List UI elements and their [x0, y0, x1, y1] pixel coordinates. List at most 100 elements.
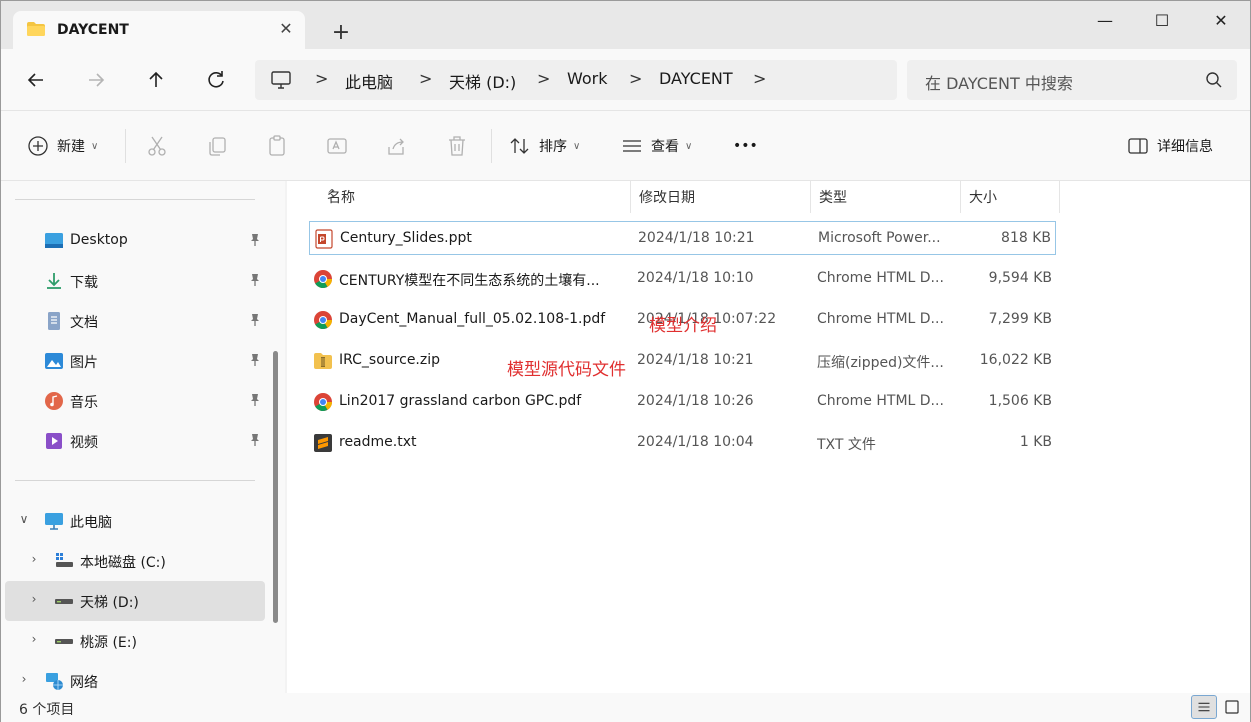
forward-arrow-icon[interactable] — [81, 65, 111, 95]
computer-icon — [271, 71, 291, 89]
tab-daycent[interactable]: DAYCENT ✕ — [13, 11, 305, 49]
table-row[interactable]: Lin2017 grassland carbon GPC.pdf 2024/1/… — [309, 385, 1056, 419]
new-button[interactable]: 新建 ∨ — [27, 133, 98, 159]
sidebar-item-videos[interactable]: 视频 — [5, 421, 265, 461]
column-header-size[interactable]: 大小 — [961, 181, 1059, 213]
tiles-view-icon[interactable] — [1219, 695, 1245, 719]
view-button[interactable]: 查看 ∨ — [621, 133, 692, 159]
chevron-right-icon[interactable]: › — [27, 632, 41, 646]
file-type: Microsoft Power... — [818, 230, 941, 246]
file-size: 1 KB — [1019, 434, 1052, 450]
column-header-type[interactable]: 类型 — [811, 181, 961, 213]
breadcrumb-this-pc[interactable]: 此电脑 — [345, 69, 393, 93]
sidebar-item-drive-e[interactable]: › 桃源 (E:) — [5, 621, 265, 661]
sidebar-item-pictures[interactable]: 图片 — [5, 341, 265, 381]
rename-icon[interactable] — [325, 134, 349, 158]
file-size: 7,299 KB — [988, 311, 1052, 327]
tab-close-button[interactable]: ✕ — [277, 20, 295, 38]
pin-icon[interactable] — [248, 273, 262, 287]
breadcrumb-separator[interactable]: > — [537, 69, 550, 88]
sidebar-item-music[interactable]: 音乐 — [5, 381, 265, 421]
minimize-button[interactable]: — — [1091, 9, 1119, 33]
search-input[interactable]: 在 DAYCENT 中搜索 — [907, 60, 1237, 100]
table-row[interactable]: Century_Slides.ppt 2024/1/18 10:21 Micro… — [309, 221, 1056, 255]
pin-icon[interactable] — [248, 313, 262, 327]
column-header-name[interactable]: 名称 ^ — [319, 181, 629, 213]
sidebar-item-drive-d[interactable]: › 天梯 (D:) — [5, 581, 265, 621]
chevron-right-icon[interactable]: › — [17, 672, 31, 686]
column-divider[interactable] — [1059, 181, 1060, 213]
details-view-icon[interactable] — [1191, 695, 1217, 719]
column-header-label: 大小 — [969, 190, 997, 206]
tab-title: DAYCENT — [57, 22, 129, 38]
annotation-model-intro: 模型介绍 — [649, 316, 717, 336]
divider — [15, 480, 255, 481]
share-icon[interactable] — [385, 134, 409, 158]
sidebar-item-desktop[interactable]: Desktop — [5, 221, 265, 261]
file-name: Lin2017 grassland carbon GPC.pdf — [339, 393, 582, 409]
chevron-down-icon[interactable]: ∨ — [17, 512, 31, 526]
navigation-pane: Desktop 下载 文档 图片 音乐 视频 ∨ 此电脑 › 本地磁盘 (C:)… — [1, 181, 285, 693]
sort-button[interactable]: 排序 ∨ — [509, 133, 580, 159]
column-header-date[interactable]: 修改日期 — [631, 181, 811, 213]
copy-icon[interactable] — [205, 134, 229, 158]
sidebar-item-documents[interactable]: 文档 — [5, 301, 265, 341]
more-icon: ••• — [733, 138, 758, 154]
table-row[interactable]: IRC_source.zip 2024/1/18 10:21 压缩(zipped… — [309, 344, 1056, 378]
refresh-icon[interactable] — [201, 65, 231, 95]
tab-strip: DAYCENT ✕ + — ☐ ✕ — [1, 1, 1250, 49]
details-pane-button[interactable]: 详细信息 — [1127, 133, 1213, 159]
back-arrow-icon[interactable] — [21, 65, 51, 95]
file-type: Chrome HTML D... — [817, 311, 944, 327]
windows-drive-icon — [56, 553, 73, 567]
pin-icon[interactable] — [248, 233, 262, 247]
new-tab-button[interactable]: + — [327, 19, 355, 47]
breadcrumb-separator[interactable]: > — [753, 69, 766, 88]
folder-icon — [27, 22, 45, 36]
status-bar: 6 个项目 — [1, 693, 1250, 722]
breadcrumb-daycent[interactable]: DAYCENT — [659, 69, 733, 88]
details-label: 详细信息 — [1157, 139, 1213, 155]
sidebar-item-this-pc[interactable]: ∨ 此电脑 — [5, 501, 265, 541]
delete-icon[interactable] — [445, 134, 469, 158]
sidebar-item-label: 天梯 (D:) — [80, 595, 139, 611]
video-icon — [46, 433, 62, 449]
drive-icon — [55, 639, 73, 644]
item-count: 6 个项目 — [19, 702, 75, 718]
music-icon — [45, 392, 63, 410]
maximize-button[interactable]: ☐ — [1148, 9, 1176, 33]
cut-icon[interactable] — [145, 134, 169, 158]
pin-icon[interactable] — [248, 393, 262, 407]
document-icon — [48, 312, 60, 330]
paste-icon[interactable] — [265, 134, 289, 158]
close-window-button[interactable]: ✕ — [1207, 9, 1235, 33]
breadcrumb-work[interactable]: Work — [567, 69, 608, 88]
divider — [15, 199, 255, 200]
chrome-icon — [314, 270, 332, 289]
file-type: 压缩(zipped)文件... — [817, 355, 944, 371]
breadcrumb-drive-d[interactable]: 天梯 (D:) — [449, 69, 516, 93]
file-date: 2024/1/18 10:26 — [637, 393, 754, 409]
plus-circle-icon — [28, 136, 48, 156]
breadcrumb-separator[interactable]: > — [315, 69, 328, 88]
table-row[interactable]: readme.txt 2024/1/18 10:04 TXT 文件 1 KB — [309, 426, 1056, 460]
file-date: 2024/1/18 10:21 — [637, 352, 754, 368]
up-arrow-icon[interactable] — [141, 65, 171, 95]
more-options-button[interactable]: ••• — [733, 133, 758, 159]
chevron-right-icon[interactable]: › — [27, 552, 41, 566]
address-bar[interactable]: > 此电脑 > 天梯 (D:) > Work > DAYCENT > — [255, 60, 897, 100]
sidebar-item-downloads[interactable]: 下载 — [5, 261, 265, 301]
breadcrumb-separator[interactable]: > — [629, 69, 642, 88]
file-size: 818 KB — [1001, 230, 1051, 246]
table-row[interactable]: CENTURY模型在不同生态系统的土壤有... 2024/1/18 10:10 … — [309, 262, 1056, 296]
computer-icon — [45, 513, 63, 530]
breadcrumb-separator[interactable]: > — [419, 69, 432, 88]
file-name: Century_Slides.ppt — [340, 230, 472, 246]
chrome-icon — [314, 393, 332, 412]
list-view-icon — [623, 140, 641, 152]
sidebar-item-drive-c[interactable]: › 本地磁盘 (C:) — [5, 541, 265, 581]
chevron-right-icon[interactable]: › — [27, 592, 41, 606]
sidebar-scrollbar[interactable] — [273, 351, 278, 623]
pin-icon[interactable] — [248, 433, 262, 447]
pin-icon[interactable] — [248, 353, 262, 367]
